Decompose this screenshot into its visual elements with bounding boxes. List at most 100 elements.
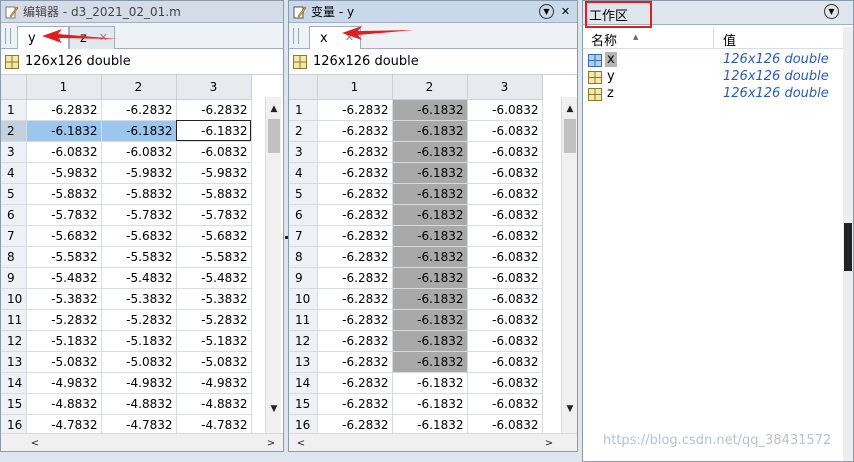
table-cell[interactable]: -6.0832 [176, 141, 252, 163]
row-header[interactable]: 4 [1, 162, 27, 184]
scroll-right-icon[interactable]: > [541, 435, 557, 451]
scroll-up-icon[interactable]: ▲ [562, 101, 577, 117]
table-cell[interactable]: -6.1832 [392, 204, 468, 226]
row-header[interactable]: 11 [289, 309, 318, 331]
close-icon[interactable]: ✕ [345, 31, 354, 44]
table-cell[interactable]: -5.0832 [101, 351, 177, 373]
vertical-scrollbar[interactable]: ▲ ▼ [265, 97, 281, 435]
table-cell[interactable]: -6.2832 [101, 99, 177, 121]
row-header[interactable]: 5 [289, 183, 318, 205]
row-header[interactable]: 15 [289, 393, 318, 415]
table-cell[interactable]: -6.0832 [467, 225, 543, 247]
table-cell[interactable]: -5.3832 [26, 288, 102, 310]
table-row[interactable]: 7 -6.2832 -6.1832 -6.0832 [289, 225, 543, 247]
table-cell[interactable]: -6.1832 [392, 372, 468, 394]
table-row[interactable]: 6 -6.2832 -6.1832 -6.0832 [289, 204, 543, 226]
close-icon[interactable]: ✕ [558, 4, 573, 19]
table-cell[interactable]: -6.0832 [467, 99, 543, 121]
panel-actions-icon[interactable]: ▼ [539, 4, 554, 19]
row-header[interactable]: 12 [1, 330, 27, 352]
table-row[interactable]: 5 -5.8832 -5.8832 -5.8832 [1, 183, 252, 205]
row-header[interactable]: 2 [289, 120, 318, 142]
table-row[interactable]: 16 -4.7832 -4.7832 -4.7832 [1, 414, 252, 435]
table-cell[interactable]: -6.2832 [317, 330, 393, 352]
table-cell[interactable]: -6.0832 [101, 141, 177, 163]
scroll-thumb[interactable] [564, 119, 576, 153]
table-cell[interactable]: -6.1832 [176, 120, 252, 142]
table-cell[interactable]: -6.1832 [392, 288, 468, 310]
table-cell[interactable]: -6.0832 [26, 141, 102, 163]
table-cell[interactable]: -5.6832 [26, 225, 102, 247]
table-cell[interactable]: -6.0832 [467, 393, 543, 415]
table-row[interactable]: 10 -5.3832 -5.3832 -5.3832 [1, 288, 252, 310]
table-cell[interactable]: -5.9832 [26, 162, 102, 184]
scroll-left-icon[interactable]: < [27, 435, 43, 451]
row-header[interactable]: 16 [1, 414, 27, 435]
row-header[interactable]: 9 [289, 267, 318, 289]
scroll-down-icon[interactable]: ▼ [266, 401, 282, 417]
table-cell[interactable]: -5.5832 [26, 246, 102, 268]
table-cell[interactable]: -6.1832 [392, 183, 468, 205]
scroll-thumb[interactable] [268, 119, 280, 153]
editor-titlebar[interactable]: 编辑器 - d3_2021_02_01.m [1, 1, 283, 23]
table-cell[interactable]: -5.7832 [26, 204, 102, 226]
row-header[interactable]: 10 [289, 288, 318, 310]
table-cell[interactable]: -6.0832 [467, 267, 543, 289]
column-header-name[interactable]: 名称 [591, 30, 617, 49]
table-row[interactable]: 5 -6.2832 -6.1832 -6.0832 [289, 183, 543, 205]
table-cell[interactable]: -6.2832 [317, 225, 393, 247]
column-header[interactable]: 1 [26, 75, 102, 100]
table-row[interactable]: 7 -5.6832 -5.6832 -5.6832 [1, 225, 252, 247]
table-row[interactable]: 15 -4.8832 -4.8832 -4.8832 [1, 393, 252, 415]
table-cell[interactable]: -6.1832 [392, 267, 468, 289]
table-cell[interactable]: -5.2832 [101, 309, 177, 331]
table-cell[interactable]: -6.1832 [392, 246, 468, 268]
table-cell[interactable]: -6.2832 [317, 183, 393, 205]
table-cell[interactable]: -6.2832 [317, 351, 393, 373]
table-cell[interactable]: -5.6832 [101, 225, 177, 247]
table-cell[interactable]: -6.0832 [467, 141, 543, 163]
row-header[interactable]: 7 [1, 225, 27, 247]
table-cell[interactable]: -6.0832 [467, 204, 543, 226]
table-cell[interactable]: -6.0832 [467, 414, 543, 435]
table-cell[interactable]: -5.7832 [101, 204, 177, 226]
table-cell[interactable]: -6.1832 [392, 393, 468, 415]
table-cell[interactable]: -6.1832 [392, 330, 468, 352]
table-row[interactable]: 15 -6.2832 -6.1832 -6.0832 [289, 393, 543, 415]
column-header[interactable]: 3 [467, 75, 543, 100]
row-header[interactable]: 15 [1, 393, 27, 415]
table-cell[interactable]: -4.8832 [26, 393, 102, 415]
close-icon[interactable]: ✕ [53, 31, 62, 44]
row-header[interactable]: 14 [1, 372, 27, 394]
row-header[interactable]: 9 [1, 267, 27, 289]
table-cell[interactable]: -4.8832 [176, 393, 252, 415]
row-header[interactable]: 1 [1, 99, 27, 121]
row-header[interactable]: 5 [1, 183, 27, 205]
table-cell[interactable]: -5.2832 [26, 309, 102, 331]
table-row[interactable]: 13 -6.2832 -6.1832 -6.0832 [289, 351, 543, 373]
vertical-scrollbar[interactable]: ▲ ▼ [561, 97, 577, 435]
row-header[interactable]: 3 [289, 141, 318, 163]
column-header[interactable]: 1 [317, 75, 393, 100]
table-row[interactable]: 4 -6.2832 -6.1832 -6.0832 [289, 162, 543, 184]
variable-table-y[interactable]: 1 2 3 1 -6.2832 -6.2832 -6.2832 2 -6.1832 -6.1… [1, 75, 267, 435]
table-row[interactable]: 13 -5.0832 -5.0832 -5.0832 [1, 351, 252, 373]
table-corner[interactable] [289, 75, 318, 100]
row-header[interactable]: 13 [289, 351, 318, 373]
scroll-left-icon[interactable]: < [293, 435, 309, 451]
workspace-var-x[interactable]: x 126x126 double [583, 52, 853, 69]
table-row[interactable]: 6 -5.7832 -5.7832 -5.7832 [1, 204, 252, 226]
row-header[interactable]: 8 [289, 246, 318, 268]
table-row[interactable]: 9 -6.2832 -6.1832 -6.0832 [289, 267, 543, 289]
table-cell[interactable]: -4.9832 [176, 372, 252, 394]
row-header[interactable]: 6 [1, 204, 27, 226]
table-cell[interactable]: -4.9832 [101, 372, 177, 394]
row-header[interactable]: 16 [289, 414, 318, 435]
table-cell[interactable]: -6.2832 [317, 267, 393, 289]
table-cell[interactable]: -5.9832 [176, 162, 252, 184]
table-row[interactable]: 9 -5.4832 -5.4832 -5.4832 [1, 267, 252, 289]
workspace-var-y[interactable]: y 126x126 double [583, 69, 853, 86]
row-header[interactable]: 8 [1, 246, 27, 268]
table-cell[interactable]: -5.9832 [101, 162, 177, 184]
table-row[interactable]: 12 -6.2832 -6.1832 -6.0832 [289, 330, 543, 352]
